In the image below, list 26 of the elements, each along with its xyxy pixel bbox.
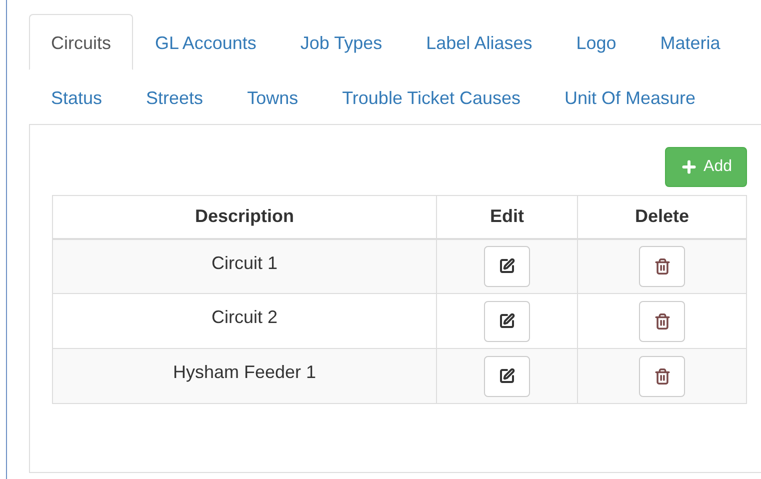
tab[interactable]: GL Accounts bbox=[133, 14, 278, 70]
plus-icon bbox=[680, 158, 698, 176]
edit-icon bbox=[499, 258, 515, 274]
tab[interactable]: Towns bbox=[225, 69, 320, 125]
edit-icon bbox=[499, 313, 515, 329]
tab[interactable]: Trouble Ticket Causes bbox=[320, 69, 543, 125]
table-cell: Hysham Feeder 1 bbox=[52, 348, 436, 404]
delete-button[interactable] bbox=[639, 356, 685, 396]
edit-button[interactable] bbox=[484, 356, 530, 396]
delete-button[interactable] bbox=[639, 246, 685, 287]
tab[interactable]: Unit Of Measure bbox=[542, 69, 718, 125]
tab[interactable]: Streets bbox=[124, 69, 226, 125]
trash-icon bbox=[654, 312, 670, 330]
tab[interactable]: Label Aliases bbox=[404, 14, 554, 70]
trash-icon bbox=[654, 368, 670, 384]
tab[interactable]: Circuits bbox=[29, 14, 134, 70]
trash-icon bbox=[654, 258, 670, 275]
add-button[interactable]: Add bbox=[664, 147, 747, 187]
edit-icon bbox=[499, 368, 515, 384]
edit-button[interactable] bbox=[484, 300, 530, 342]
delete-button[interactable] bbox=[639, 300, 685, 342]
tab[interactable]: Logo bbox=[554, 14, 638, 70]
tab[interactable]: Materia bbox=[638, 14, 742, 70]
edit-button[interactable] bbox=[484, 246, 530, 287]
tab[interactable]: Status bbox=[29, 69, 124, 125]
tab[interactable]: Job Types bbox=[278, 14, 404, 70]
